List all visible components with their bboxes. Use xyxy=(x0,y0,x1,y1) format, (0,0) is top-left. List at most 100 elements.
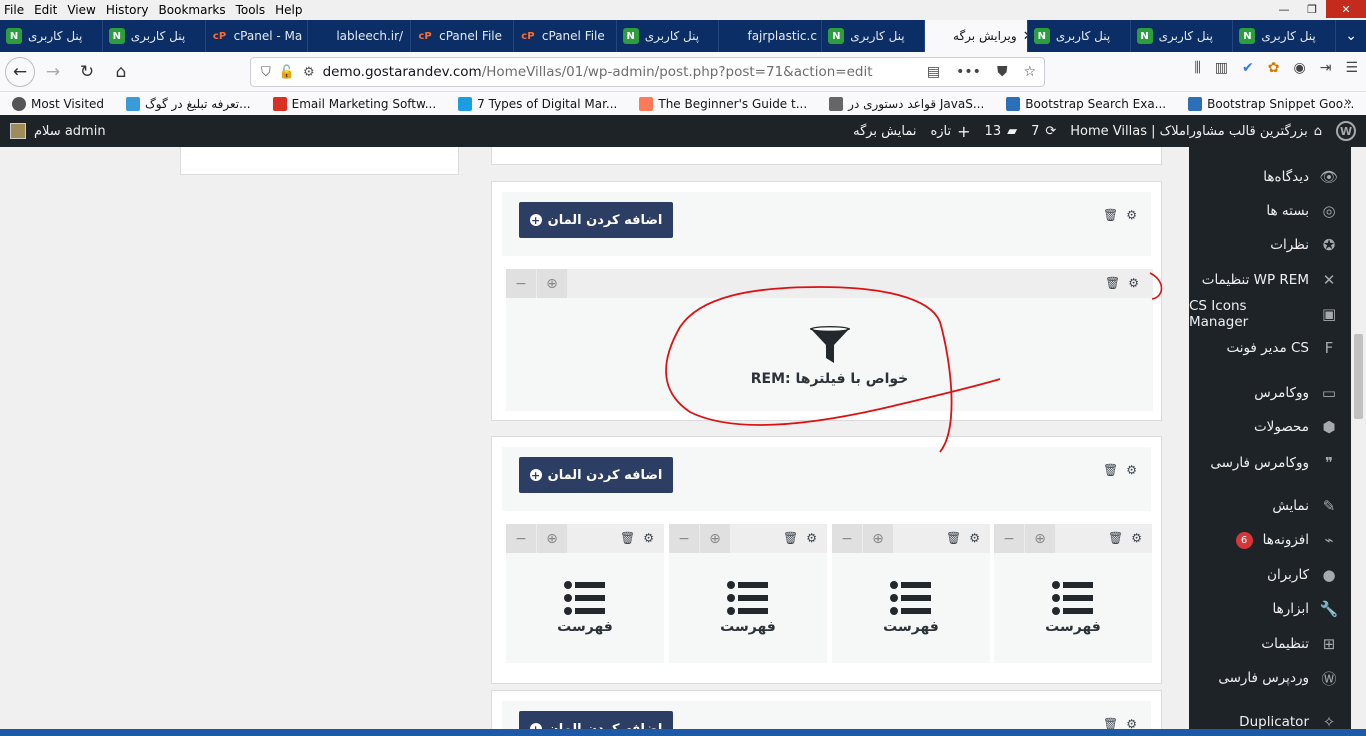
reader-view-icon[interactable]: ▤ xyxy=(927,64,940,80)
trash-icon[interactable]: 🗑 xyxy=(1108,531,1123,545)
gear-icon[interactable]: ⚙ xyxy=(643,531,654,545)
sidebar-item[interactable]: بسته ها ◎ xyxy=(1189,194,1351,228)
minus-icon[interactable]: − xyxy=(506,524,536,553)
add-element-button[interactable]: +اضافه کردن المان xyxy=(519,202,673,238)
browser-tab[interactable]: N پنل کاربری xyxy=(617,20,720,52)
sidebar-item[interactable]: تنظیمات WP REM ✕ xyxy=(1189,263,1351,297)
browser-tab[interactable]: N پنل کاربری xyxy=(822,20,926,52)
sidebar-item[interactable]: ووکامرس ▭ xyxy=(1189,376,1351,410)
pocket-icon[interactable]: ⛊ xyxy=(997,64,1008,80)
trash-icon[interactable]: 🗑 xyxy=(783,531,798,545)
gear-icon[interactable]: ⚙ xyxy=(806,531,817,545)
browser-tab[interactable]: N پنل کاربری xyxy=(103,20,206,52)
bookmarks-overflow-icon[interactable]: » xyxy=(1344,95,1352,110)
sidebar-item[interactable]: وردپرس فارسی Ⓦ xyxy=(1189,661,1351,695)
browser-tab[interactable]: cP cPanel - Ma xyxy=(206,20,309,52)
tab-list-icon[interactable]: ⌄ xyxy=(1336,20,1366,52)
minimize-icon[interactable]: — xyxy=(1270,0,1298,18)
extension-check-icon[interactable]: ✔ xyxy=(1242,60,1254,76)
minus-icon[interactable]: − xyxy=(994,524,1024,553)
minus-icon[interactable]: − xyxy=(832,524,862,553)
sidebar-item[interactable]: نظرات ✪ xyxy=(1189,228,1351,262)
sidebar-item[interactable]: محصولات ⬢ xyxy=(1189,410,1351,444)
scrollbar-thumb[interactable] xyxy=(1354,334,1363,419)
extension-flower-icon[interactable]: ✿ xyxy=(1268,60,1280,76)
bookmark-item[interactable]: The Beginner's Guide t... xyxy=(639,96,807,111)
browser-tab[interactable]: lableech.ir/ xyxy=(308,20,412,52)
browser-tab[interactable]: N پنل کاربری xyxy=(1131,20,1234,52)
add-circle-icon[interactable]: ⊕ xyxy=(537,524,567,553)
menu-edit[interactable]: Edit xyxy=(34,3,57,17)
url-bar[interactable]: ⛉ 🔓 ⚙ demo.gostarandev.com/HomeVillas/01… xyxy=(250,57,1045,87)
trash-icon[interactable]: 🗑 xyxy=(1105,276,1120,290)
bookmark-item[interactable]: 7 Types of Digital Mar... xyxy=(458,96,617,111)
sidebar-item[interactable]: CS Icons Manager ▣ xyxy=(1189,297,1351,331)
account-menu[interactable]: سلام admin xyxy=(10,115,106,147)
add-circle-icon[interactable]: ⊕ xyxy=(700,524,730,553)
forward-icon[interactable]: → xyxy=(37,56,69,88)
add-circle-icon[interactable]: ⊕ xyxy=(863,524,893,553)
browser-tab[interactable]: ویرایش برگه✕ xyxy=(925,20,1028,52)
gear-icon[interactable]: ⚙ xyxy=(1128,276,1139,290)
list-widget[interactable]: فهرست xyxy=(506,581,664,635)
reload-icon[interactable]: ↻ xyxy=(71,56,103,88)
browser-tab[interactable]: N پنل کاربری xyxy=(1233,20,1337,52)
sidebar-icon[interactable]: ▥ xyxy=(1215,60,1228,76)
menu-help[interactable]: Help xyxy=(275,3,302,17)
gear-icon[interactable]: ⚙ xyxy=(969,531,980,545)
gear-icon[interactable]: ⚙ xyxy=(1131,531,1142,545)
add-element-button[interactable]: +اضافه کردن المان xyxy=(519,457,673,493)
list-widget[interactable]: فهرست xyxy=(994,581,1152,635)
permissions-icon[interactable]: ⚙ xyxy=(303,65,315,80)
rem-filter-widget[interactable]: REM: خواص با فیلترها xyxy=(506,325,1153,387)
extension-arrow-icon[interactable]: ⇥ xyxy=(1320,60,1332,76)
bookmark-item[interactable]: Most Visited xyxy=(12,96,104,111)
sidebar-item[interactable]: تنظیمات ⊞ xyxy=(1189,627,1351,661)
add-circle-icon[interactable]: ⊕ xyxy=(537,269,567,298)
sidebar-item[interactable]: کاربران ● xyxy=(1189,558,1351,592)
close-window-icon[interactable]: ✕ xyxy=(1326,0,1366,18)
updates-link[interactable]: ⟳ 7 xyxy=(1031,124,1056,139)
wordpress-logo-icon[interactable]: W xyxy=(1336,121,1356,141)
gear-icon[interactable]: ⚙ xyxy=(1126,463,1137,477)
bookmark-item[interactable]: Email Marketing Softw... xyxy=(272,96,436,111)
bookmark-item[interactable]: تعرفه تبلیغ در گوگ... xyxy=(126,96,251,111)
bookmark-item[interactable]: Bootstrap Snippet Goo... xyxy=(1188,96,1354,111)
trash-icon[interactable]: 🗑 xyxy=(1103,463,1118,477)
list-widget[interactable]: فهرست xyxy=(832,581,990,635)
browser-tab[interactable]: cP cPanel File xyxy=(411,20,514,52)
menu-tools[interactable]: Tools xyxy=(236,3,266,17)
new-content-link[interactable]: + تازه xyxy=(930,122,970,141)
gear-icon[interactable]: ⚙ xyxy=(1126,208,1137,222)
back-icon[interactable]: ← xyxy=(5,56,35,87)
library-icon[interactable]: ⫼ xyxy=(1194,60,1200,76)
hamburger-menu-icon[interactable]: ☰ xyxy=(1345,60,1358,76)
insecure-lock-icon[interactable]: 🔓 xyxy=(279,65,295,80)
browser-tab[interactable]: cP cPanel File xyxy=(514,20,617,52)
bookmark-item[interactable]: Bootstrap Search Exa... xyxy=(1006,96,1166,111)
list-widget[interactable]: فهرست xyxy=(669,581,827,635)
trash-icon[interactable]: 🗑 xyxy=(1103,208,1118,222)
menu-bookmarks[interactable]: Bookmarks xyxy=(159,3,226,17)
browser-tab[interactable]: fajrplastic.c xyxy=(719,20,823,52)
trash-icon[interactable]: 🗑 xyxy=(620,531,635,545)
browser-tab[interactable]: N پنل کاربری xyxy=(1028,20,1131,52)
menu-file[interactable]: File xyxy=(4,3,24,17)
add-circle-icon[interactable]: ⊕ xyxy=(1025,524,1055,553)
sidebar-item[interactable]: نمایش ✎ xyxy=(1189,489,1351,523)
browser-tab[interactable]: N پنل کاربری xyxy=(0,20,103,52)
page-scrollbar[interactable] xyxy=(1351,147,1366,736)
minus-icon[interactable]: − xyxy=(506,269,536,298)
trash-icon[interactable]: 🗑 xyxy=(946,531,961,545)
bookmark-star-icon[interactable]: ☆ xyxy=(1023,64,1036,80)
home-icon[interactable]: ⌂ xyxy=(105,56,137,88)
sidebar-item[interactable]: ووکامرس فارسی ❞ xyxy=(1189,446,1351,480)
account-icon[interactable]: ◉ xyxy=(1293,60,1305,76)
restore-icon[interactable]: ❐ xyxy=(1298,0,1326,18)
shield-icon[interactable]: ⛉ xyxy=(261,65,271,80)
sidebar-item[interactable]: 6 افزونه‌ها ⌁ xyxy=(1189,523,1351,557)
view-page-link[interactable]: نمایش برگه xyxy=(853,124,916,139)
bookmark-item[interactable]: قواعد دستوری در JavaS... xyxy=(829,96,984,111)
more-actions-icon[interactable]: ••• xyxy=(956,64,981,80)
comments-link[interactable]: ▰ 13 xyxy=(985,124,1018,139)
